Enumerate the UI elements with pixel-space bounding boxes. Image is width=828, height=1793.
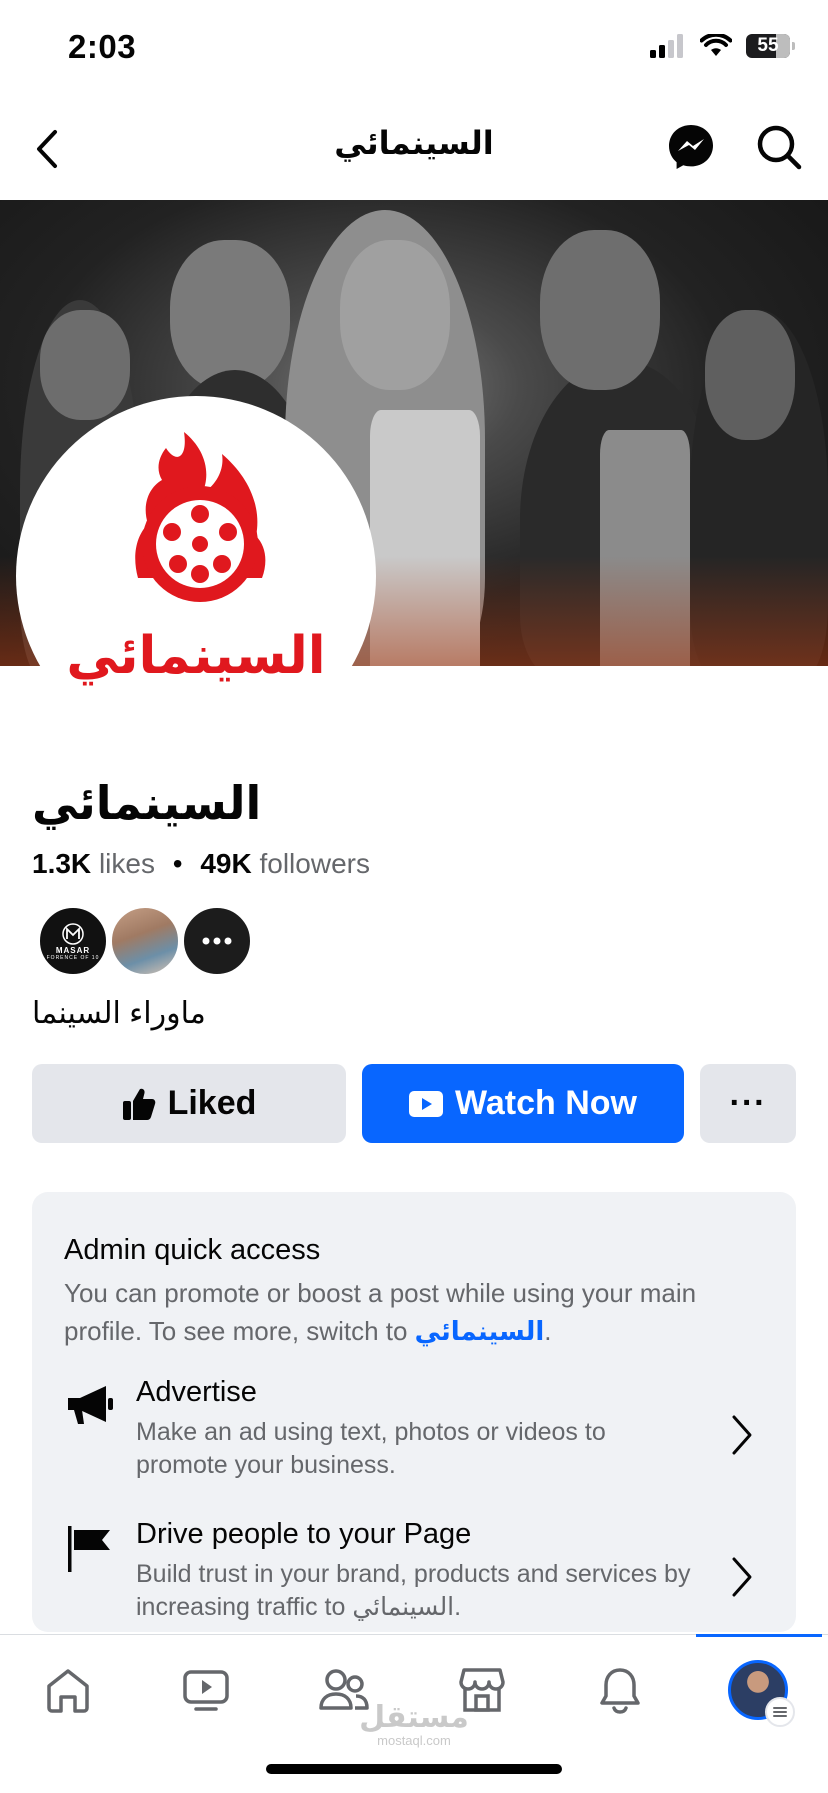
status-icons: 55	[650, 34, 795, 58]
chevron-right-icon	[732, 1415, 752, 1455]
advertise-row[interactable]: Advertise Make an ad using text, photos …	[64, 1376, 784, 1494]
liked-button[interactable]: Liked	[32, 1064, 346, 1143]
friend-avatar[interactable]: MASAR FORENCE OF 10	[38, 906, 108, 976]
active-tab-indicator	[696, 1634, 822, 1637]
stats-separator: •	[172, 848, 183, 879]
ellipsis-icon	[202, 937, 232, 945]
drive-traffic-subtitle: Build trust in your brand, products and …	[136, 1560, 691, 1621]
admin-card-description: You can promote or boost a post while us…	[64, 1274, 764, 1350]
home-icon	[47, 1669, 89, 1713]
flag-icon	[68, 1526, 110, 1572]
megaphone-icon	[68, 1386, 113, 1424]
friend-avatar-sublabel: FORENCE OF 10	[46, 954, 100, 961]
watch-now-label: Watch Now	[455, 1084, 637, 1122]
tab-notifications[interactable]	[590, 1660, 650, 1720]
messenger-icon	[669, 125, 713, 169]
tab-video[interactable]	[176, 1660, 236, 1720]
followers-count: 49K	[200, 848, 252, 879]
page-stats: 1.3K likes • 49K followers	[32, 848, 370, 880]
page-name: السينمائي	[32, 777, 262, 829]
logo-text: السينمائي	[66, 627, 326, 685]
thumbs-up-icon	[122, 1088, 155, 1120]
more-options-button[interactable]: ···	[700, 1064, 796, 1143]
battery-level: 55	[757, 35, 779, 56]
advertise-subtitle: Make an ad using text, photos or videos …	[136, 1418, 606, 1479]
menu-icon	[773, 1707, 787, 1717]
tab-profile-menu[interactable]	[728, 1660, 795, 1727]
chevron-right-icon	[732, 1557, 752, 1597]
wifi-icon	[700, 34, 732, 56]
cinema-logo-icon	[135, 432, 266, 602]
admin-card-desc-suffix: .	[544, 1316, 552, 1346]
friend-avatar-label: MASAR	[55, 945, 91, 955]
likes-count: 1.3K	[32, 848, 92, 879]
followers-label[interactable]: followers	[259, 848, 369, 879]
search-button[interactable]	[754, 122, 804, 172]
watermark: مستقل mostaql.com	[358, 1700, 470, 1748]
masar-logo-icon	[62, 922, 84, 945]
user-avatar	[728, 1660, 795, 1727]
signal-icon	[650, 34, 683, 58]
watermark-sub: mostaql.com	[377, 1733, 451, 1748]
profile-avatar[interactable]: السينمائي	[16, 396, 376, 756]
admin-card-desc-prefix: You can promote or boost a post while us…	[64, 1278, 697, 1346]
watermark-text: مستقل	[359, 1701, 469, 1734]
battery-icon: 55	[746, 34, 795, 58]
liked-label: Liked	[167, 1084, 257, 1122]
drive-traffic-title: Drive people to your Page	[136, 1518, 472, 1550]
video-icon	[183, 1670, 229, 1711]
watch-now-button[interactable]: Watch Now	[362, 1064, 684, 1143]
search-icon	[757, 125, 802, 170]
page-bio: ماوراء السينما	[32, 997, 206, 1030]
home-indicator	[266, 1764, 562, 1774]
advertise-title: Advertise	[136, 1376, 257, 1408]
drive-traffic-row[interactable]: Drive people to your Page Build trust in…	[64, 1518, 784, 1636]
friend-avatar[interactable]	[110, 906, 180, 976]
messenger-button[interactable]	[666, 122, 716, 172]
tab-home[interactable]	[38, 1660, 98, 1720]
status-time: 2:03	[68, 28, 137, 65]
switch-profile-link[interactable]: السينمائي	[415, 1316, 545, 1346]
video-play-icon	[409, 1090, 444, 1117]
menu-badge	[765, 1697, 795, 1727]
admin-card-title: Admin quick access	[64, 1234, 321, 1266]
likes-label[interactable]: likes	[99, 848, 155, 879]
more-friends-avatar[interactable]	[182, 906, 252, 976]
bell-icon	[600, 1668, 640, 1714]
more-options-label: ···	[729, 1084, 767, 1122]
